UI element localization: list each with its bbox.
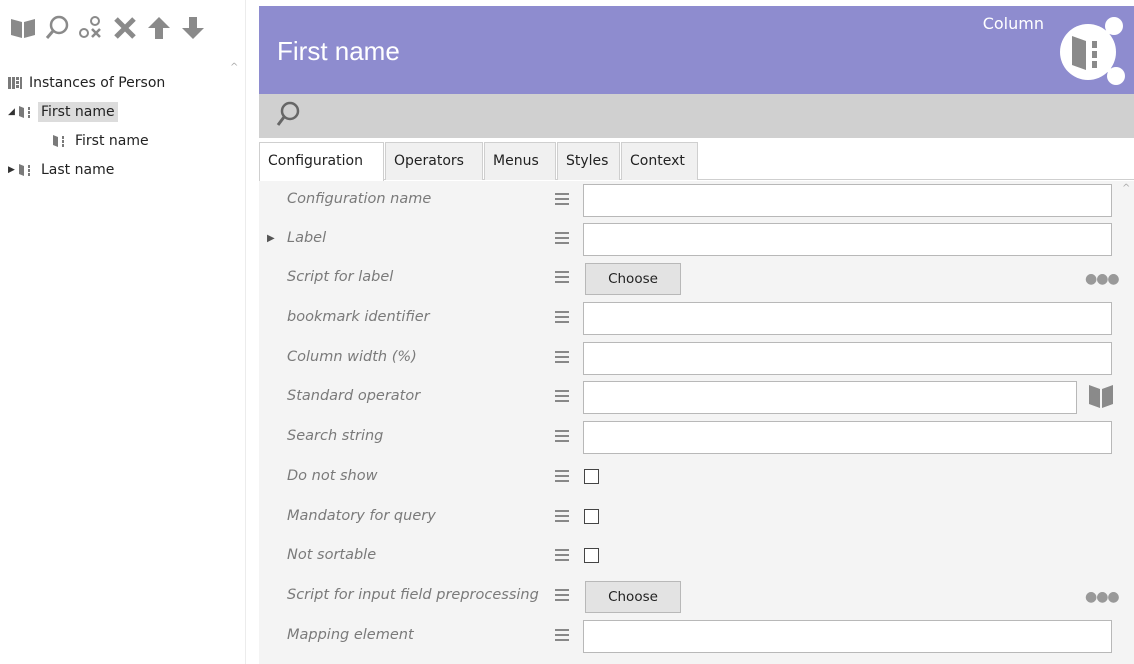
field-label: Mandatory for query xyxy=(287,508,436,524)
field-label: Do not show xyxy=(287,468,378,484)
configuration-form: ^ Configuration name ▶ Label Script for … xyxy=(259,181,1134,664)
tab-configuration[interactable]: Configuration xyxy=(259,142,384,181)
column-logo-icon xyxy=(1054,14,1126,90)
choose-button[interactable]: Choose xyxy=(585,263,681,295)
tree-item-last-name[interactable]: ▶ Last name xyxy=(8,155,228,184)
delete-icon[interactable] xyxy=(110,12,140,44)
hamburger-menu-icon[interactable] xyxy=(555,311,569,327)
tab-styles[interactable]: Styles xyxy=(557,142,620,180)
hamburger-menu-icon[interactable] xyxy=(555,430,569,446)
field-script-input-preprocessing: Script for input field preprocessing Cho… xyxy=(259,577,1134,617)
expand-arrow-icon[interactable]: ▶ xyxy=(267,233,275,244)
left-pane: ^ Instances of Person ◢ First name First… xyxy=(0,0,246,664)
tab-operators[interactable]: Operators xyxy=(385,142,483,180)
link-icon[interactable] xyxy=(76,12,106,44)
hamburger-menu-icon[interactable] xyxy=(555,232,569,248)
tab-context[interactable]: Context xyxy=(621,142,698,180)
field-script-for-label: Script for label Choose ●●● xyxy=(259,259,1134,299)
field-label: Configuration name xyxy=(287,191,432,207)
hamburger-menu-icon[interactable] xyxy=(555,390,569,406)
table-icon xyxy=(8,76,22,90)
tree-item-first-name[interactable]: ◢ First name xyxy=(8,97,228,126)
column-width-input[interactable] xyxy=(583,342,1112,375)
standard-operator-input[interactable] xyxy=(583,381,1077,414)
scroll-up-arrow[interactable]: ^ xyxy=(230,62,238,73)
hamburger-menu-icon[interactable] xyxy=(555,193,569,209)
move-down-icon[interactable] xyxy=(178,12,208,44)
details-pane: First name Column Configuration Operator… xyxy=(259,6,1134,664)
hamburger-menu-icon[interactable] xyxy=(555,510,569,526)
search-bar xyxy=(259,94,1134,138)
field-label: Search string xyxy=(287,428,384,444)
field-mapping-element: Mapping element xyxy=(259,617,1134,657)
hamburger-menu-icon[interactable] xyxy=(555,629,569,645)
tab-bar: Configuration Operators Menus Styles Con… xyxy=(259,140,1134,181)
hamburger-menu-icon[interactable] xyxy=(555,589,569,605)
left-toolbar xyxy=(8,10,208,46)
page-title: First name xyxy=(277,36,400,66)
more-options-icon[interactable]: ●●● xyxy=(1085,589,1120,605)
tab-menus[interactable]: Menus xyxy=(484,142,556,180)
field-column-width: Column width (%) xyxy=(259,339,1134,379)
do-not-show-checkbox[interactable] xyxy=(584,469,599,484)
expand-arrow-icon[interactable]: ▶ xyxy=(8,165,18,175)
field-label: Script for input field preprocessing xyxy=(287,587,539,603)
field-label: Script for label xyxy=(287,269,394,285)
mapping-element-input[interactable] xyxy=(583,620,1112,653)
header-bar: First name Column xyxy=(259,6,1134,94)
search-icon[interactable] xyxy=(42,12,72,44)
field-label: Standard operator xyxy=(287,388,421,404)
column-icon xyxy=(18,105,34,119)
hamburger-menu-icon[interactable] xyxy=(555,271,569,287)
tree-item-first-name-child[interactable]: First name xyxy=(8,126,228,155)
label-input[interactable] xyxy=(583,223,1112,256)
search-string-input[interactable] xyxy=(583,421,1112,454)
field-label: bookmark identifier xyxy=(287,309,430,325)
move-up-icon[interactable] xyxy=(144,12,174,44)
field-label: Mapping element xyxy=(287,627,414,643)
configuration-name-input[interactable] xyxy=(583,184,1112,217)
field-label: Column width (%) xyxy=(287,349,417,365)
field-not-sortable: Not sortable xyxy=(259,537,1134,577)
column-icon xyxy=(18,163,34,177)
open-book-icon[interactable] xyxy=(8,12,38,44)
field-do-not-show: Do not show xyxy=(259,458,1134,498)
hamburger-menu-icon[interactable] xyxy=(555,351,569,367)
field-standard-operator: Standard operator xyxy=(259,378,1134,418)
choose-button[interactable]: Choose xyxy=(585,581,681,613)
search-icon[interactable] xyxy=(275,100,301,132)
more-options-icon[interactable]: ●●● xyxy=(1085,271,1120,287)
category-label: Column xyxy=(982,14,1044,33)
mandatory-for-query-checkbox[interactable] xyxy=(584,509,599,524)
tree-root-label: Instances of Person xyxy=(29,74,166,91)
field-bookmark-identifier: bookmark identifier xyxy=(259,299,1134,339)
field-label: ▶ Label xyxy=(259,220,1134,260)
field-label: Label xyxy=(287,230,327,246)
tree-item-label: First name xyxy=(75,132,149,149)
open-book-icon[interactable] xyxy=(1087,382,1115,414)
hamburger-menu-icon[interactable] xyxy=(555,470,569,486)
tree-item-label: First name xyxy=(38,101,118,122)
tree-view: Instances of Person ◢ First name First n… xyxy=(8,68,228,184)
not-sortable-checkbox[interactable] xyxy=(584,548,599,563)
field-mandatory-for-query: Mandatory for query xyxy=(259,498,1134,538)
field-label: Not sortable xyxy=(287,547,377,563)
tree-root[interactable]: Instances of Person xyxy=(8,68,228,97)
tree-item-label: Last name xyxy=(41,161,115,178)
field-search-string: Search string xyxy=(259,418,1134,458)
bookmark-identifier-input[interactable] xyxy=(583,302,1112,335)
hamburger-menu-icon[interactable] xyxy=(555,549,569,565)
field-configuration-name: Configuration name xyxy=(259,181,1134,221)
column-icon xyxy=(52,134,68,148)
collapse-arrow-icon[interactable]: ◢ xyxy=(8,107,18,117)
